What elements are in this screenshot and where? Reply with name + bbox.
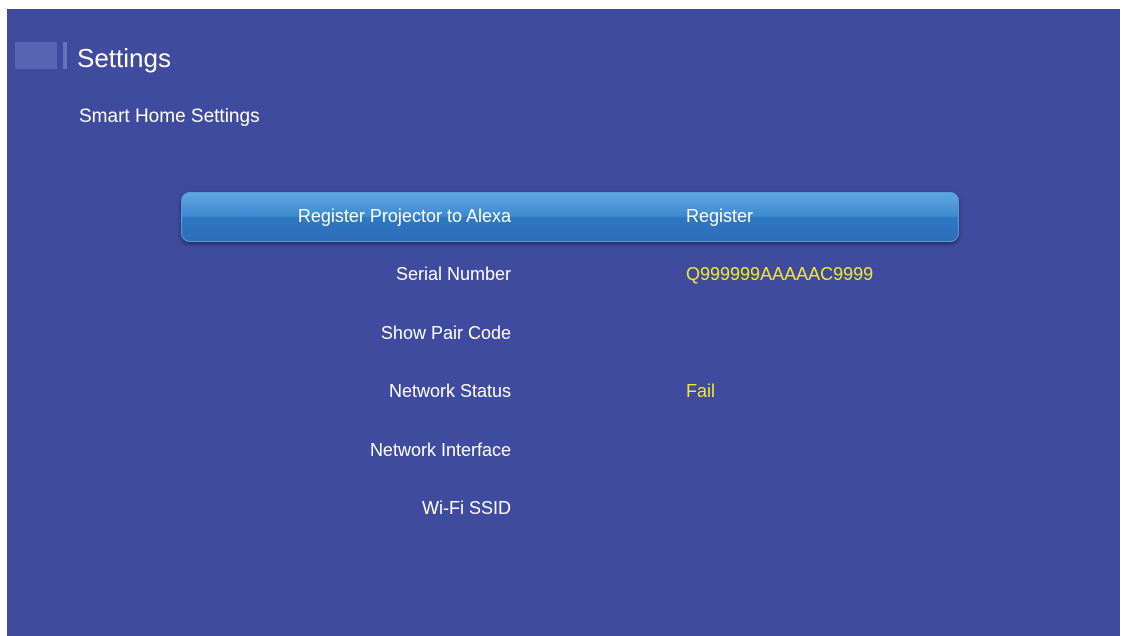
network-status-value: Fail xyxy=(686,381,716,401)
setting-label: Serial Number xyxy=(395,264,511,284)
section-title: Smart Home Settings xyxy=(79,106,260,127)
page-title: Settings xyxy=(77,43,171,73)
setting-label: Register Projector to Alexa xyxy=(297,206,511,226)
setting-label: Show Pair Code xyxy=(380,322,511,343)
setting-row-serial-number[interactable]: Serial Number Q999999AAAAAC9999 xyxy=(181,250,957,309)
register-button[interactable]: Register xyxy=(686,192,753,240)
settings-logo-icon xyxy=(15,42,57,69)
serial-number-value: Q999999AAAAAC9999 xyxy=(686,264,874,284)
setting-row-wifi-ssid[interactable]: Wi-Fi SSID xyxy=(181,484,957,543)
setting-row-network-status[interactable]: Network Status Fail xyxy=(181,367,957,426)
setting-row-show-pair-code[interactable]: Show Pair Code xyxy=(181,309,957,368)
setting-row-network-interface[interactable]: Network Interface xyxy=(181,426,957,485)
setting-label: Network Interface xyxy=(369,439,511,460)
settings-screen: Settings Smart Home Settings Register Pr… xyxy=(7,9,1120,636)
setting-label: Network Status xyxy=(388,381,511,401)
header-divider xyxy=(63,42,67,69)
setting-row-register-alexa[interactable]: Register Projector to Alexa Register xyxy=(181,192,959,250)
settings-list: Register Projector to Alexa Register Ser… xyxy=(181,192,959,543)
setting-label: Wi-Fi SSID xyxy=(422,498,511,518)
